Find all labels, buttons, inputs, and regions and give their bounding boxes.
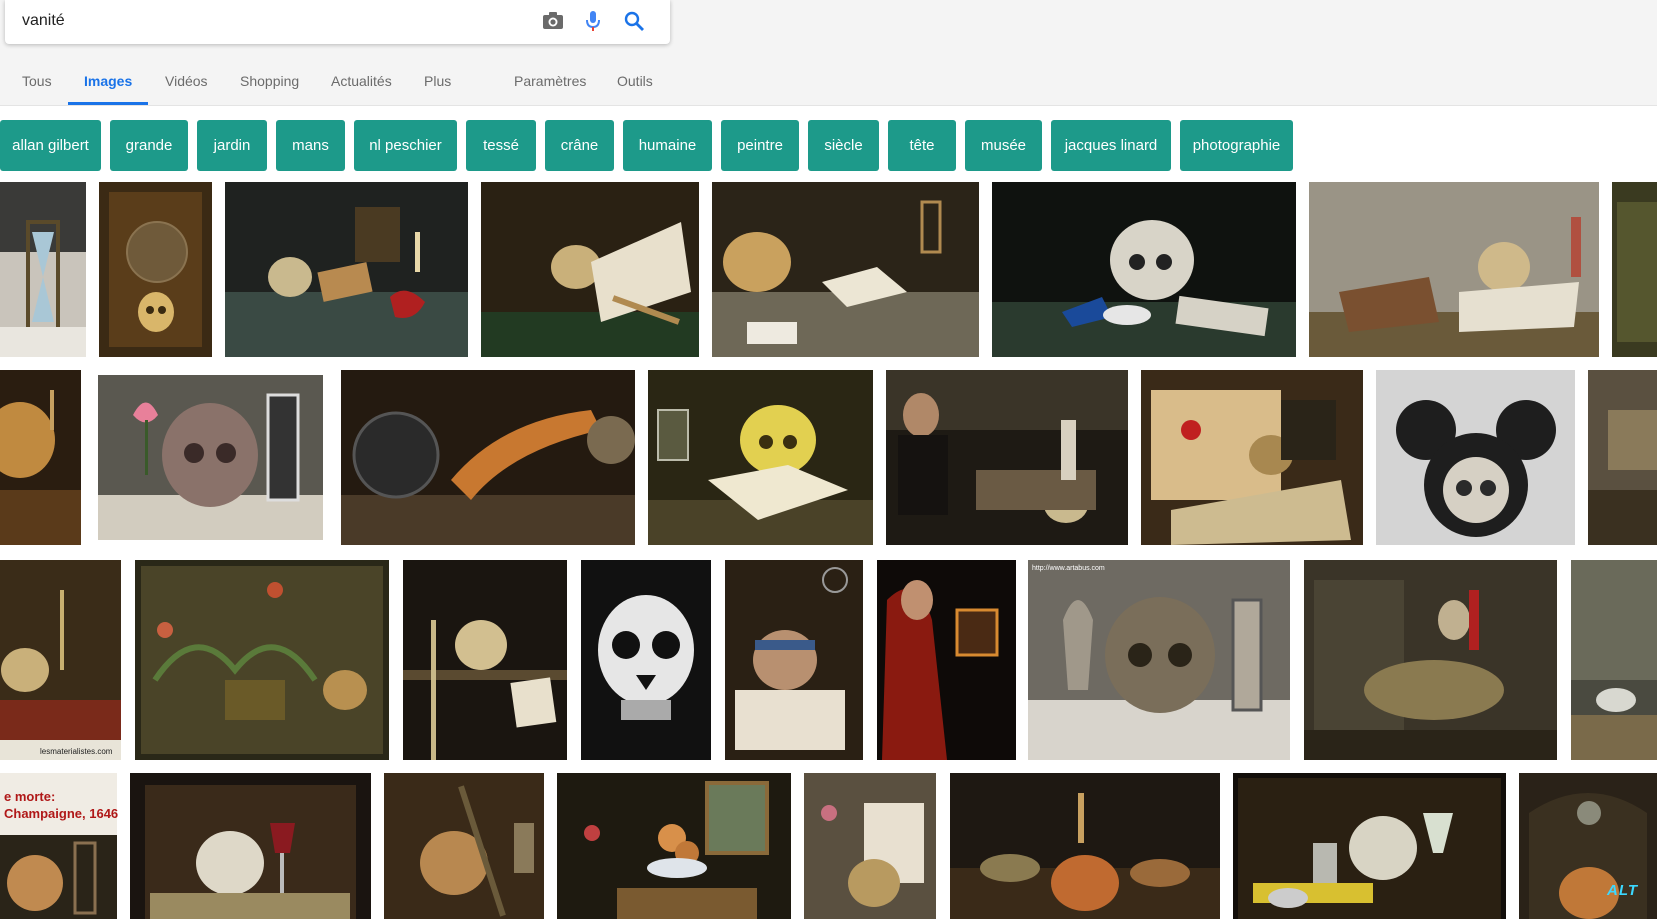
chip-nl-peschier[interactable]: nl peschier (354, 120, 457, 171)
image-result[interactable] (648, 370, 873, 545)
chip-jacques-linard[interactable]: jacques linard (1051, 120, 1171, 171)
image-result[interactable] (581, 560, 711, 760)
image-result[interactable] (99, 182, 212, 357)
image-result[interactable] (725, 560, 863, 760)
chip-peintre[interactable]: peintre (721, 120, 799, 171)
chip-tete[interactable]: tête (888, 120, 956, 171)
image-result[interactable] (481, 182, 699, 357)
image-result[interactable] (1233, 773, 1506, 919)
image-result[interactable] (98, 375, 323, 540)
tab-news[interactable]: Actualités (331, 68, 392, 106)
chip-humaine[interactable]: humaine (623, 120, 712, 171)
image-result[interactable] (557, 773, 791, 919)
microphone-icon[interactable] (580, 8, 606, 34)
search-input[interactable] (22, 8, 522, 34)
image-result[interactable] (950, 773, 1220, 919)
image-result[interactable]: http://www.artabus.com (1028, 560, 1290, 760)
image-result[interactable] (1141, 370, 1363, 545)
header-bar: Tous Images Vidéos Shopping Actualités P… (0, 0, 1657, 106)
image-result[interactable] (712, 182, 979, 357)
image-result[interactable] (1571, 560, 1657, 760)
source-url-text: http://www.artabus.com (1032, 565, 1105, 572)
image-result[interactable] (403, 560, 567, 760)
image-result[interactable] (877, 560, 1016, 760)
chip-jardin[interactable]: jardin (197, 120, 267, 171)
tab-settings[interactable]: Paramètres (514, 68, 586, 106)
chip-siecle[interactable]: siècle (808, 120, 879, 171)
image-result[interactable] (0, 370, 81, 545)
image-result[interactable] (992, 182, 1296, 357)
tab-all[interactable]: Tous (22, 68, 52, 106)
image-result[interactable] (135, 560, 389, 760)
image-result[interactable] (0, 182, 86, 357)
image-result[interactable]: lesmaterialistes.com (0, 560, 121, 760)
image-result[interactable] (384, 773, 544, 919)
tab-tools[interactable]: Outils (617, 68, 653, 106)
image-result[interactable] (130, 773, 371, 919)
image-result[interactable] (1612, 182, 1657, 357)
camera-icon[interactable] (540, 8, 566, 34)
image-result[interactable] (0, 773, 117, 919)
chip-musee[interactable]: musée (965, 120, 1042, 171)
tab-videos[interactable]: Vidéos (165, 68, 208, 106)
image-result[interactable] (225, 182, 468, 357)
chip-crane[interactable]: crâne (545, 120, 614, 171)
image-result[interactable] (1588, 370, 1657, 545)
image-result[interactable] (1309, 182, 1599, 357)
chip-grande[interactable]: grande (110, 120, 188, 171)
image-result[interactable] (1304, 560, 1557, 760)
search-box[interactable] (5, 0, 670, 44)
image-result[interactable] (1376, 370, 1575, 545)
chip-allan-gilbert[interactable]: allan gilbert (0, 120, 101, 171)
chip-photographie[interactable]: photographie (1180, 120, 1293, 171)
chip-tesse[interactable]: tessé (466, 120, 536, 171)
watermark-text: lesmaterialistes.com (40, 747, 113, 756)
chip-mans[interactable]: mans (276, 120, 345, 171)
search-icon[interactable] (621, 8, 647, 34)
tab-images[interactable]: Images (84, 68, 132, 106)
active-tab-indicator (68, 102, 148, 105)
tab-shopping[interactable]: Shopping (240, 68, 299, 106)
image-result[interactable] (804, 773, 936, 919)
tab-more[interactable]: Plus (424, 68, 451, 106)
image-result[interactable] (886, 370, 1128, 545)
image-result[interactable] (341, 370, 635, 545)
image-result[interactable] (1519, 773, 1657, 919)
